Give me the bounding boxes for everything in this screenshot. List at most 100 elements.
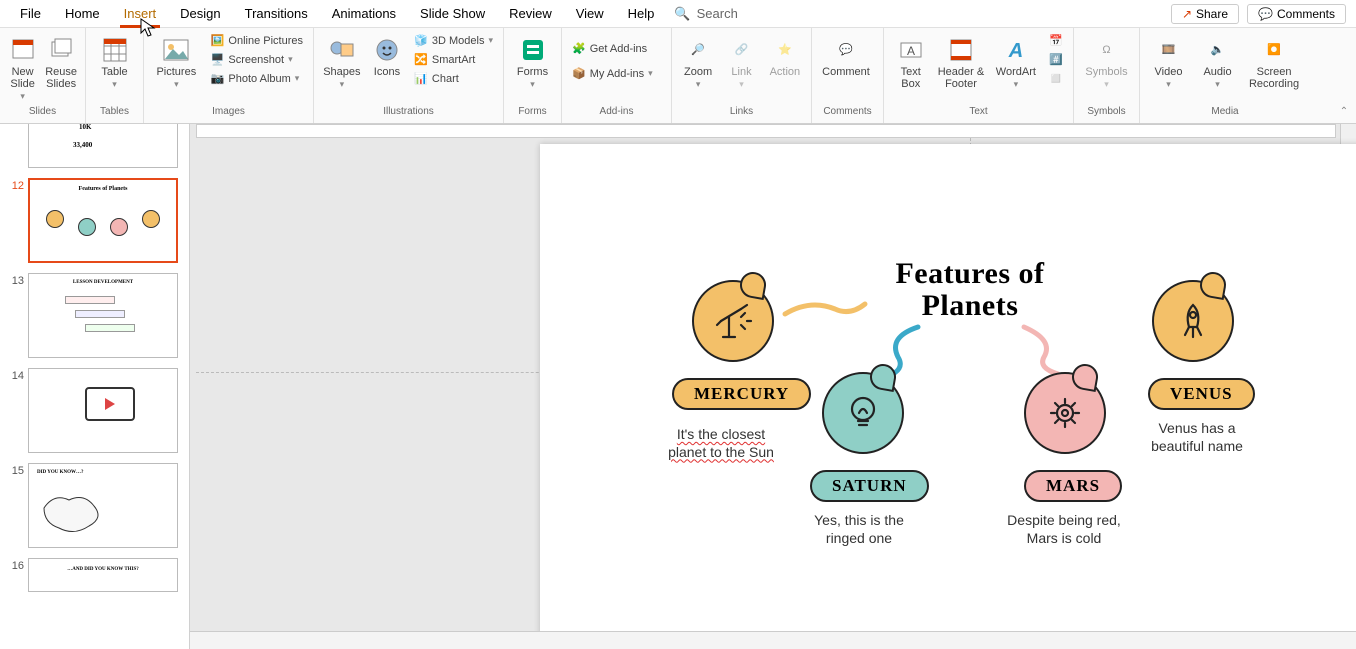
search-box[interactable]: 🔍 Search [674,6,737,22]
link-icon: 🔗 [727,36,755,64]
tab-review[interactable]: Review [497,0,564,27]
mercury-bubble[interactable] [692,280,774,362]
action-button[interactable]: ⭐ Action [767,32,803,78]
venus-bubble[interactable] [1152,280,1234,362]
forms-label: Forms [517,66,548,78]
chart-label: Chart [432,73,459,85]
video-button[interactable]: 🎞️ Video [1148,32,1189,90]
audio-icon: 🔈 [1204,36,1232,64]
ruler-horizontal [196,124,1336,138]
share-label: Share [1196,7,1228,21]
tab-home[interactable]: Home [53,0,112,27]
my-addins-button[interactable]: 📦My Add-ins [570,65,655,82]
object-icon: ◻️ [1049,72,1063,85]
textbox-label: Text Box [892,66,930,90]
tab-file[interactable]: File [8,0,53,27]
slide-canvas[interactable]: Features of Planets mercury It's the clo… [540,144,1356,649]
tab-help[interactable]: Help [616,0,667,27]
group-slides-label: Slides [8,106,77,119]
textbox-button[interactable]: A Text Box [892,32,930,90]
online-pictures-label: Online Pictures [228,35,303,47]
link-button[interactable]: 🔗 Link [724,32,759,90]
group-addins-label: Add-ins [570,106,663,119]
comment-button[interactable]: 💬 Comment [820,32,872,78]
video-icon: 🎞️ [1155,36,1183,64]
get-addins-label: Get Add-ins [590,43,647,55]
icons-button[interactable]: Icons [370,32,405,78]
object-button[interactable]: ◻️ [1047,70,1065,87]
collapse-ribbon-button[interactable]: ⌃ [1336,103,1352,119]
new-slide-button[interactable]: New Slide [8,32,37,102]
slide-thumb-15[interactable]: DID YOU KNOW…? [28,463,178,548]
slide-thumb-13[interactable]: LESSON DEVELOPMENT [28,273,178,358]
venus-desc[interactable]: Venus has a beautiful name [1132,420,1262,455]
thumb-number-12: 12 [6,178,24,192]
mercury-label: mercury [694,384,789,403]
reuse-slides-button[interactable]: Reuse Slides [45,32,77,90]
connector-mercury [780,294,870,324]
slide-editor[interactable]: Features of Planets mercury It's the clo… [190,124,1356,649]
tab-animations[interactable]: Animations [320,0,408,27]
tab-transitions[interactable]: Transitions [233,0,320,27]
mercury-desc[interactable]: It's the closest planet to the Sun [656,426,786,461]
table-button[interactable]: Table [94,32,135,90]
saturn-pill[interactable]: saturn [810,470,929,502]
online-pictures-button[interactable]: 🖼️Online Pictures [209,32,305,49]
date-icon: 📅 [1049,34,1063,47]
share-button[interactable]: ↗ Share [1171,4,1239,24]
slide-thumb-14[interactable] [28,368,178,453]
cube-icon: 🧊 [414,34,428,47]
datetime-button[interactable]: 📅 [1047,32,1065,49]
audio-label: Audio [1203,66,1231,78]
3d-models-button[interactable]: 🧊3D Models [412,32,495,49]
shapes-button[interactable]: Shapes [322,32,362,90]
header-footer-icon [947,36,975,64]
symbols-button[interactable]: Ω Symbols [1082,32,1131,90]
screenrec-icon: ⏺️ [1260,36,1288,64]
addins-icon: 📦 [572,67,586,80]
status-bar [190,631,1356,649]
slide-thumbnails-panel[interactable]: 7.2M 10K 33,400 12 Features of Planets 1… [0,124,190,649]
forms-button[interactable]: Forms [512,32,553,90]
header-footer-label: Header & Footer [938,66,985,90]
tab-slideshow[interactable]: Slide Show [408,0,497,27]
saturn-desc[interactable]: Yes, this is the ringed one [794,512,924,547]
venus-label: venus [1170,384,1233,403]
photo-album-label: Photo Album [228,73,290,85]
slide-thumb-16[interactable]: …AND DID YOU KNOW THIS? [28,558,178,592]
link-label: Link [731,66,751,78]
slide-title-l1[interactable]: Features of [540,258,1356,290]
chart-button[interactable]: 📊Chart [412,70,495,87]
mars-bubble[interactable] [1024,372,1106,454]
zoom-button[interactable]: 🔎 Zoom [680,32,716,90]
mouse-cursor [140,18,156,38]
slidenumber-button[interactable]: #️⃣ [1047,51,1065,68]
audio-button[interactable]: 🔈 Audio [1197,32,1238,90]
group-forms-label: Forms [512,106,553,119]
photo-album-button[interactable]: 📷Photo Album [209,70,305,87]
icons-label: Icons [374,66,400,78]
pictures-button[interactable]: Pictures [152,32,201,90]
comments-button[interactable]: 💬 Comments [1247,4,1346,24]
get-addins-button[interactable]: 🧩Get Add-ins [570,40,655,57]
mars-pill[interactable]: mars [1024,470,1122,502]
wordart-button[interactable]: A WordArt [992,32,1039,90]
new-slide-icon [9,36,37,64]
mars-desc[interactable]: Despite being red, Mars is cold [994,512,1134,547]
venus-pill[interactable]: venus [1148,378,1255,410]
forms-icon [519,36,547,64]
screenshot-button[interactable]: 🖥️Screenshot [209,51,305,68]
saturn-bubble[interactable] [822,372,904,454]
slide-thumb-12[interactable]: Features of Planets [28,178,178,263]
comment-icon: 💬 [1258,7,1273,21]
slide-thumb-11[interactable]: 7.2M 10K 33,400 [28,124,178,168]
zoom-label: Zoom [684,66,712,78]
mercury-pill[interactable]: mercury [672,378,811,410]
tab-design[interactable]: Design [168,0,232,27]
ribbon: New Slide Reuse Slides Slides Table Tabl… [0,28,1356,124]
smartart-button[interactable]: 🔀SmartArt [412,51,495,68]
header-footer-button[interactable]: Header & Footer [938,32,985,90]
screen-recording-button[interactable]: ⏺️ Screen Recording [1246,32,1302,90]
comments-label: Comments [1277,7,1335,21]
tab-view[interactable]: View [564,0,616,27]
